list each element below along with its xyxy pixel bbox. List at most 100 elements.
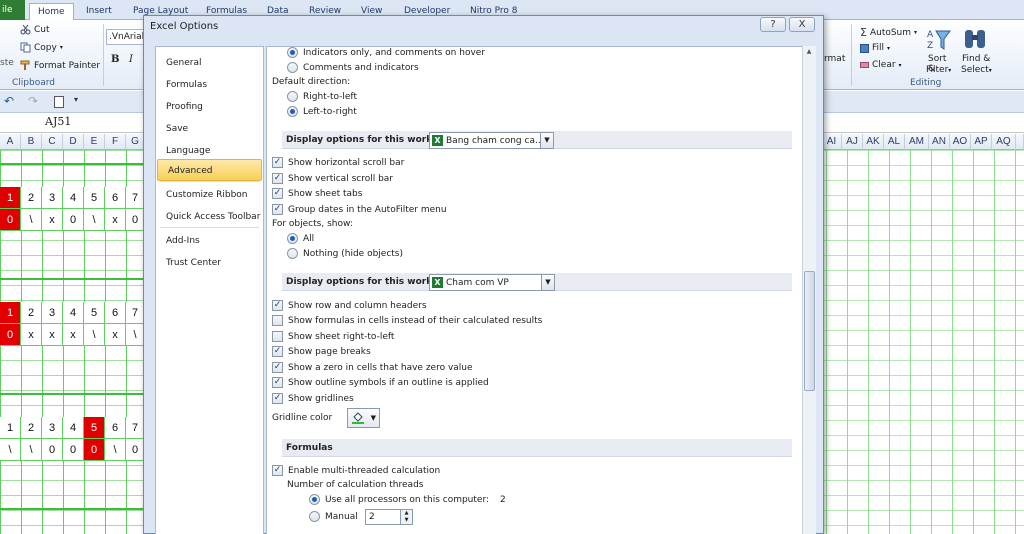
print-preview-icon[interactable] — [54, 96, 64, 108]
checkbox[interactable] — [272, 315, 283, 326]
column-header-ap[interactable]: AP — [971, 134, 992, 150]
stepper-arrows-icon[interactable]: ▲ ▼ — [400, 510, 412, 524]
scrollbar-thumb[interactable] — [804, 271, 815, 391]
radio-use-all-processors[interactable]: Use all processors on this computer: 2 — [309, 494, 506, 505]
checkbox[interactable]: ✓ — [272, 362, 283, 373]
tab-home[interactable]: Home — [29, 3, 74, 20]
column-header-more[interactable] — [1016, 134, 1024, 150]
sheet-cell[interactable]: \ — [84, 324, 105, 346]
close-button[interactable]: X — [789, 17, 815, 32]
sheet-cell[interactable]: 5 — [84, 417, 105, 439]
sheet-cell[interactable]: 0 — [42, 439, 63, 461]
sheet-cell[interactable]: 2 — [21, 302, 42, 324]
nav-save[interactable]: Save — [156, 118, 263, 140]
sheet-cell[interactable]: 4 — [63, 187, 84, 209]
radio-objects-all[interactable]: All — [287, 233, 314, 244]
column-header-c[interactable]: C — [42, 134, 63, 150]
sheet-cell[interactable]: 0 — [0, 209, 21, 231]
sheet-cell[interactable]: \ — [21, 209, 42, 231]
checkbox-row[interactable]: ✓ Show vertical scroll bar — [272, 173, 393, 184]
radio-right-to-left[interactable]: Right-to-left — [287, 91, 357, 102]
column-header-aj[interactable]: AJ — [842, 134, 863, 150]
column-header-a[interactable]: A — [0, 134, 21, 150]
column-header-aq[interactable]: AQ — [992, 134, 1016, 150]
manual-threads-stepper[interactable]: 2 ▲ ▼ — [365, 509, 413, 525]
italic-button[interactable]: I — [129, 54, 133, 65]
checkbox[interactable]: ✓ — [272, 173, 283, 184]
radio-control[interactable] — [309, 494, 320, 505]
column-header-al[interactable]: AL — [884, 134, 905, 150]
radio-manual[interactable]: Manual — [309, 511, 358, 522]
sheet-cell[interactable]: x — [105, 209, 126, 231]
sheet-cell[interactable]: x — [42, 209, 63, 231]
sheet-cell[interactable]: \ — [105, 439, 126, 461]
checkbox[interactable] — [272, 331, 283, 342]
column-header-ao[interactable]: AO — [950, 134, 971, 150]
checkbox[interactable]: ✓ — [272, 377, 283, 388]
checkbox[interactable]: ✓ — [272, 393, 283, 404]
nav-quick-access-toolbar[interactable]: Quick Access Toolbar — [156, 206, 263, 228]
font-name-combo[interactable]: .VnArial — [106, 29, 146, 45]
nav-general[interactable]: General — [156, 52, 263, 74]
tab-insert[interactable]: Insert — [86, 3, 112, 20]
sheet-cell[interactable]: 0 — [84, 439, 105, 461]
radio-control[interactable] — [287, 47, 298, 58]
sheet-cell[interactable]: 6 — [105, 187, 126, 209]
checkbox-row[interactable]: ✓ Show row and column headers — [272, 300, 427, 311]
radio-indicators-hover[interactable]: Indicators only, and comments on hover — [287, 47, 485, 58]
paste-button[interactable]: ste — [0, 58, 14, 68]
checkbox-row[interactable]: ✓ Group dates in the AutoFilter menu — [272, 204, 447, 215]
worksheet-combo[interactable]: X Cham com VP ▼ — [429, 274, 555, 291]
sheet-cell[interactable]: 3 — [42, 302, 63, 324]
sheet-cell[interactable]: 1 — [0, 417, 21, 439]
column-header-ai[interactable]: AI — [822, 134, 842, 150]
column-header-f[interactable]: F — [105, 134, 126, 150]
sheet-cell[interactable]: 6 — [105, 417, 126, 439]
format-painter-button[interactable]: Format Painter — [20, 60, 100, 71]
chevron-down-icon[interactable]: ▼ — [541, 275, 554, 290]
sheet-cell[interactable]: 5 — [84, 187, 105, 209]
sheet-cell[interactable]: 0 — [63, 439, 84, 461]
column-header-e[interactable]: E — [84, 134, 105, 150]
workbook-combo[interactable]: X Bang cham cong ca... ▼ — [429, 132, 554, 149]
format-button[interactable]: rmat — [824, 54, 845, 64]
options-scrollbar[interactable]: ▲ — [802, 46, 816, 534]
checkbox-row[interactable]: ✓ Show page breaks — [272, 346, 371, 357]
find-select-button[interactable]: Find & Select▾ — [960, 24, 992, 76]
radio-control[interactable] — [287, 233, 298, 244]
radio-control[interactable] — [287, 248, 298, 259]
sheet-cell[interactable]: 3 — [42, 417, 63, 439]
sheet-cell[interactable]: 1 — [0, 187, 21, 209]
column-header-d[interactable]: D — [63, 134, 84, 150]
checkbox[interactable]: ✓ — [272, 157, 283, 168]
nav-proofing[interactable]: Proofing — [156, 96, 263, 118]
nav-formulas[interactable]: Formulas — [156, 74, 263, 96]
sort-filter-button[interactable]: AZ Sort & Filter▾ — [925, 24, 953, 76]
checkbox-row[interactable]: ✓ Show outline symbols if an outline is a… — [272, 377, 489, 388]
sheet-cell[interactable]: \ — [84, 209, 105, 231]
sheet-cell[interactable]: x — [105, 324, 126, 346]
radio-left-to-right[interactable]: Left-to-right — [287, 106, 357, 117]
sheet-grid-right[interactable] — [822, 150, 1024, 534]
column-header-b[interactable]: B — [21, 134, 42, 150]
checkbox[interactable]: ✓ — [272, 300, 283, 311]
autosum-button[interactable]: Σ AutoSum ▾ — [860, 26, 917, 39]
column-header-ak[interactable]: AK — [863, 134, 884, 150]
nav-customize-ribbon[interactable]: Customize Ribbon — [156, 184, 263, 206]
sheet-cell[interactable]: 6 — [105, 302, 126, 324]
copy-button[interactable]: Copy ▾ — [20, 42, 63, 53]
cut-button[interactable]: Cut — [20, 24, 50, 35]
nav-add-ins[interactable]: Add-Ins — [156, 230, 263, 252]
sheet-cell[interactable]: 4 — [63, 302, 84, 324]
checkbox-row[interactable]: ✓ Show horizontal scroll bar — [272, 157, 404, 168]
nav-advanced[interactable]: Advanced — [157, 159, 262, 181]
sheet-cell[interactable]: x — [63, 324, 84, 346]
customize-qat-icon[interactable]: ▾ — [74, 95, 78, 104]
bold-button[interactable]: B — [111, 54, 119, 65]
gridline-color-picker[interactable]: ▼ — [347, 408, 380, 428]
checkbox-row[interactable]: ✓ Show a zero in cells that have zero val… — [272, 362, 473, 373]
checkbox-row[interactable]: Show sheet right-to-left — [272, 331, 394, 342]
radio-objects-nothing[interactable]: Nothing (hide objects) — [287, 248, 403, 259]
radio-control[interactable] — [287, 91, 298, 102]
checkbox-multithreaded[interactable]: ✓ Enable multi-threaded calculation — [272, 465, 440, 476]
